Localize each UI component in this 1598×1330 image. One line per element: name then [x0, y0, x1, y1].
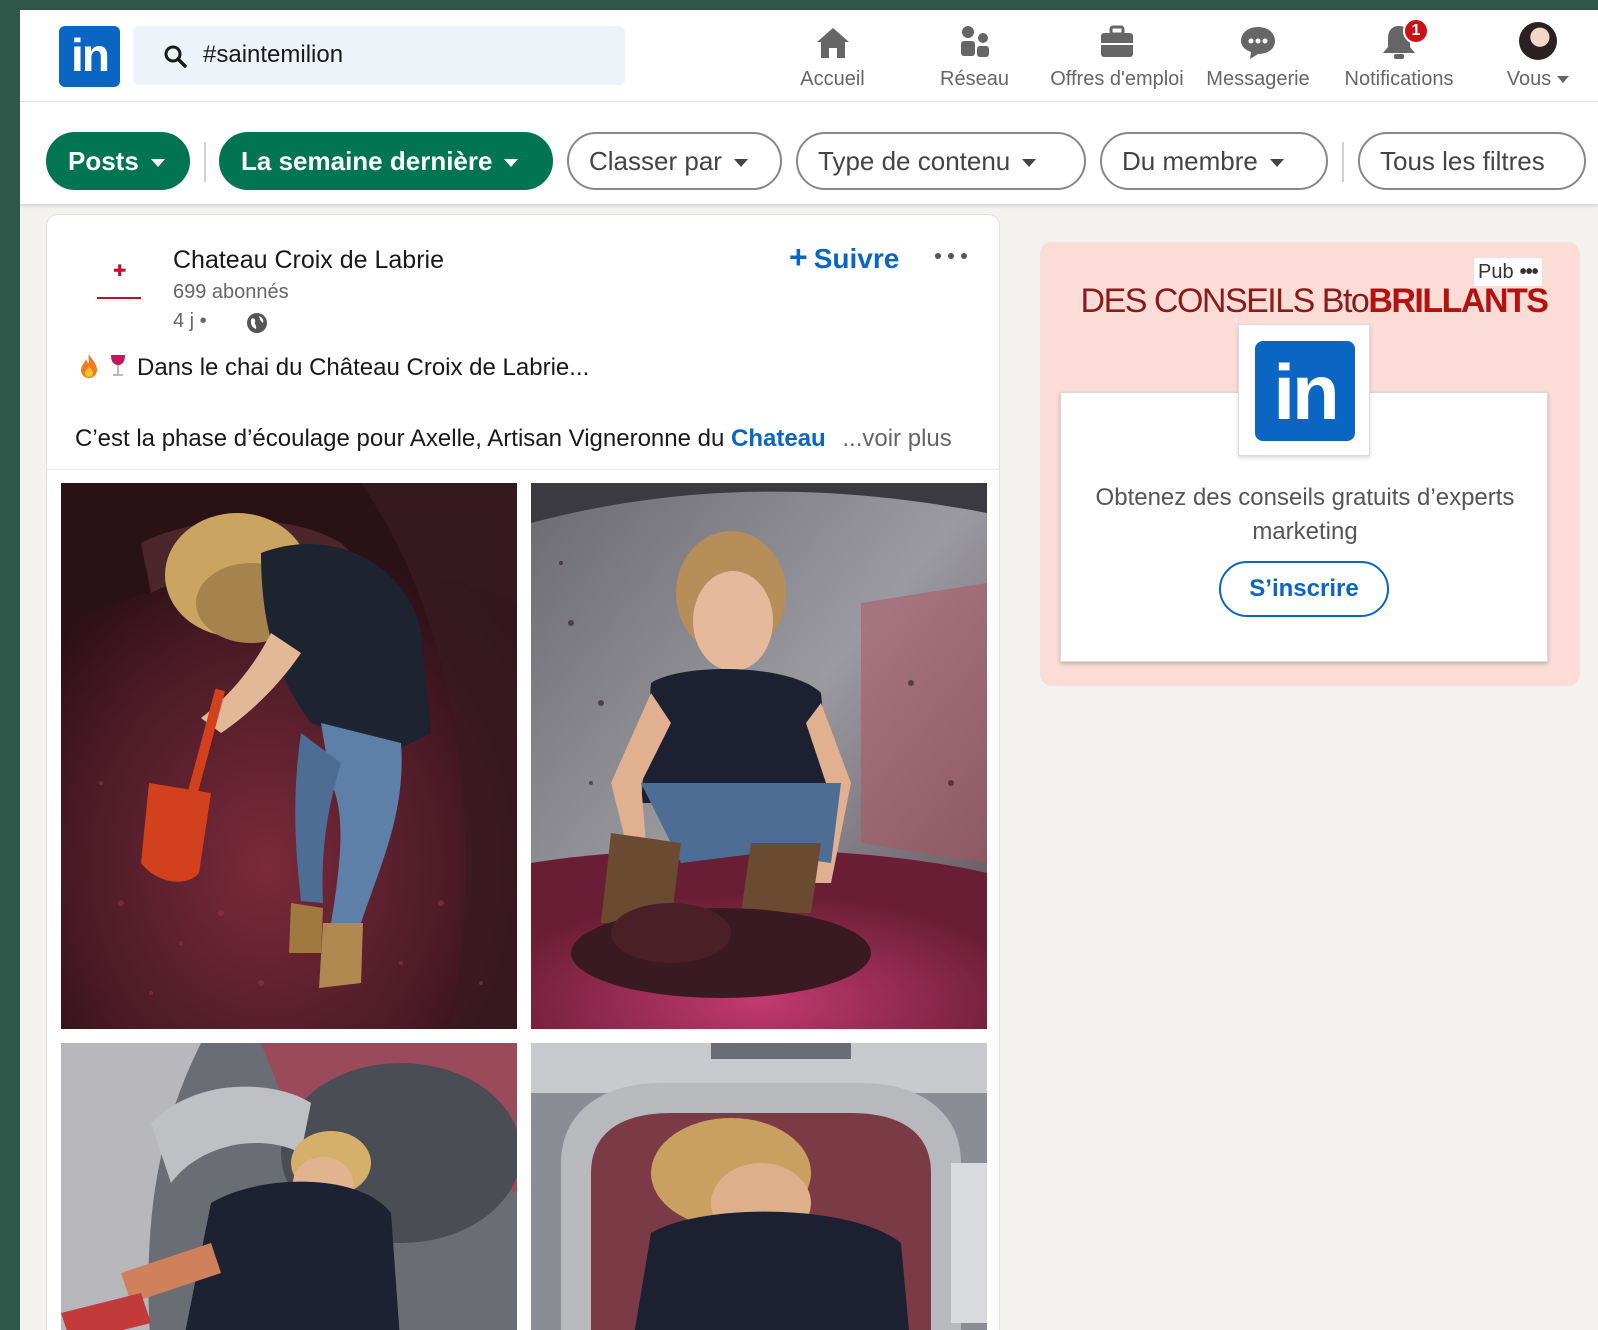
filter-all-label: Tous les filtres: [1380, 146, 1545, 176]
filter-all[interactable]: Tous les filtres: [1358, 132, 1586, 190]
chevron-down-icon: [1022, 159, 1037, 168]
filter-content-type[interactable]: Type de contenu: [796, 132, 1086, 190]
cross-icon: ✚: [113, 263, 127, 280]
filter-content-type-label: Type de contenu: [818, 146, 1011, 176]
post-time: 4 j •: [173, 310, 207, 332]
see-more-link[interactable]: ...voir plus: [842, 425, 951, 452]
search-box[interactable]: [133, 26, 625, 85]
chevron-down-icon: [504, 159, 519, 168]
filter-sort[interactable]: Classer par: [567, 132, 782, 190]
linkedin-logo[interactable]: in: [59, 26, 120, 87]
photo-4-image: [531, 1043, 987, 1330]
post-photo-3[interactable]: [61, 1043, 517, 1330]
linkedin-app: in Accueil Réseau: [20, 10, 1598, 1330]
search-filter-bar: Posts La semaine dernière Classer par Ty…: [20, 102, 1598, 204]
post-text-line2: C’est la phase d’écoulage pour Axelle, A…: [75, 425, 952, 453]
nav-network[interactable]: Réseau: [932, 22, 1017, 92]
filter-member[interactable]: Du membre: [1100, 132, 1328, 190]
ad-linkedin-logo: in: [1238, 324, 1370, 456]
briefcase-icon: [1101, 25, 1133, 57]
post-divider: [47, 469, 1001, 470]
ad-signup-button[interactable]: S’inscrire: [1219, 561, 1389, 617]
home-icon: [816, 28, 849, 58]
nav-network-label: Réseau: [940, 68, 1009, 90]
ad-headline-bold: BRILLANTS: [1368, 282, 1549, 320]
nav-messaging[interactable]: Messagerie: [1203, 22, 1313, 92]
search-icon: [164, 45, 187, 68]
post-text-line1-text: Dans le chai du Château Croix de Labrie.…: [137, 354, 590, 381]
notification-badge: 1: [1403, 18, 1429, 44]
chevron-down-icon: [733, 159, 748, 168]
nav-jobs[interactable]: Offres d'emploi: [1042, 22, 1192, 92]
nav-home-label: Accueil: [800, 68, 865, 90]
company-logo[interactable]: ✚: [77, 251, 157, 331]
plus-icon: +: [789, 239, 808, 275]
nav-me-label-wrap: Vous: [1498, 68, 1578, 91]
filter-divider: [1342, 142, 1344, 182]
globe-icon: [247, 313, 267, 333]
nav-me-label: Vous: [1506, 68, 1552, 90]
photo-1-image: [61, 483, 517, 1029]
message-icon: [1241, 27, 1275, 59]
post-text-line1: Dans le chai du Château Croix de Labrie.…: [79, 353, 589, 382]
post-photo-2[interactable]: [531, 483, 987, 1029]
filter-posts-label: Posts: [68, 146, 139, 176]
search-input[interactable]: [203, 34, 603, 76]
photo-2-image: [531, 483, 987, 1029]
ad-headline-prefix: DES CONSEILS Bto: [1080, 282, 1370, 320]
follow-label: Suivre: [813, 243, 900, 274]
filter-posts[interactable]: Posts: [46, 132, 190, 190]
nav-home[interactable]: Accueil: [790, 22, 875, 92]
avatar: [1519, 22, 1557, 60]
chevron-down-icon: [150, 159, 165, 168]
network-icon: [960, 26, 989, 57]
post-author-name[interactable]: Chateau Croix de Labrie: [173, 246, 444, 275]
follow-button[interactable]: + Suivre: [789, 239, 899, 276]
fire-icon: [81, 354, 97, 378]
post-author-followers: 699 abonnés: [173, 281, 289, 303]
chevron-down-icon: [1557, 76, 1570, 84]
ad-headline: DES CONSEILS BtoBRILLANTS: [1054, 282, 1574, 321]
post-text-line2-text: C’est la phase d’écoulage pour Axelle, A…: [75, 425, 725, 452]
filter-sort-label: Classer par: [589, 146, 722, 176]
ad-description: Obtenez des conseils gratuits d’experts …: [1095, 484, 1515, 545]
nav-notifications[interactable]: 1 Notifications: [1334, 18, 1464, 92]
post-text-link[interactable]: Chateau: [731, 425, 826, 452]
post-photo-1[interactable]: [61, 483, 517, 1029]
nav-notifications-label: Notifications: [1344, 68, 1454, 90]
filter-member-label: Du membre: [1122, 146, 1258, 176]
sponsored-ad[interactable]: Pub ••• DES CONSEILS BtoBRILLANTS Obtenez…: [1040, 242, 1580, 686]
nav-jobs-label: Offres d'emploi: [1050, 68, 1184, 90]
filter-date[interactable]: La semaine dernière: [219, 132, 553, 190]
top-navigation: in Accueil Réseau: [20, 10, 1598, 102]
filter-divider: [204, 142, 206, 182]
avatar-wrap: [1518, 22, 1558, 62]
post-photo-4[interactable]: [531, 1043, 987, 1330]
ad-menu-icon[interactable]: •••: [1520, 261, 1539, 283]
feed-post: ✚ Chateau Croix de Labrie 699 abonnés 4 …: [46, 214, 1001, 1330]
wine-glass-icon: [111, 355, 125, 376]
nav-me[interactable]: Vous: [1498, 22, 1578, 92]
ad-logo-text: in: [1273, 348, 1339, 436]
ad-label-text: Pub: [1478, 261, 1514, 283]
nav-messaging-label: Messagerie: [1206, 68, 1310, 90]
post-menu-icon[interactable]: [931, 245, 971, 265]
logo-line: [97, 297, 141, 299]
bell-icon-wrap: 1: [1379, 18, 1429, 62]
chevron-down-icon: [1269, 159, 1284, 168]
photo-3-image: [61, 1043, 517, 1330]
filter-date-label: La semaine dernière: [241, 146, 493, 176]
